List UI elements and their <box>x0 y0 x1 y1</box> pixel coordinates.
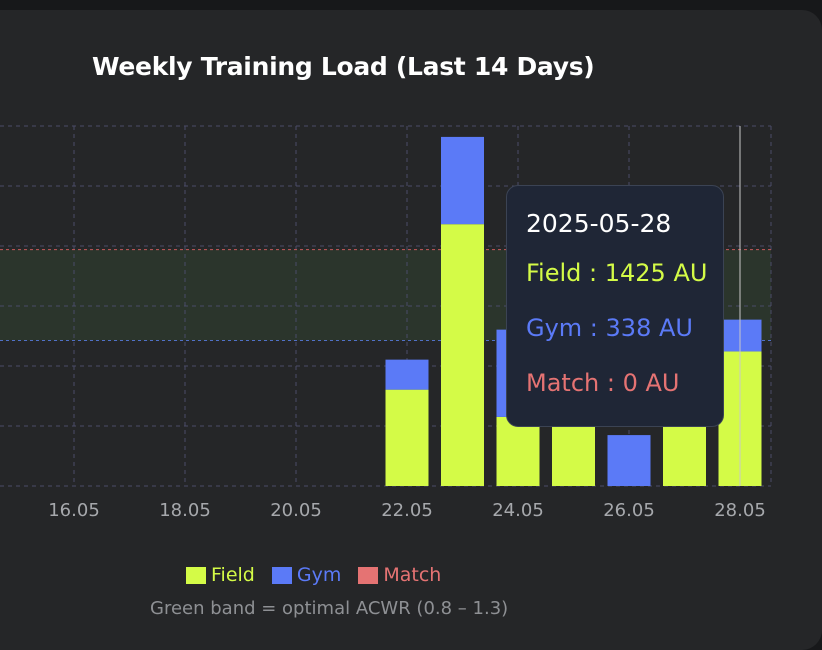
bar-gym-2025-05-26 <box>607 435 651 486</box>
x-tick-label: 16.05 <box>48 500 100 521</box>
chart-legend: Field Gym Match <box>186 564 458 586</box>
bar-field-2025-05-23 <box>441 224 484 486</box>
chart-tooltip: 2025-05-28 Field : 1425 AU Gym : 338 AU … <box>506 185 724 427</box>
bar-field-2025-05-22 <box>385 389 429 486</box>
legend-item-gym[interactable]: Gym <box>271 564 342 586</box>
x-tick-label: 22.05 <box>381 500 433 521</box>
x-tick-label: 24.05 <box>492 500 544 521</box>
legend-label-gym: Gym <box>296 564 342 586</box>
legend-swatch-field <box>186 566 206 584</box>
tooltip-match-value: Match : 0 AU <box>526 369 680 397</box>
tooltip-date: 2025-05-28 <box>526 209 672 238</box>
tooltip-gym-value: Gym : 338 AU <box>526 314 693 342</box>
legend-swatch-gym <box>271 566 292 584</box>
x-tick-label: 18.05 <box>159 500 211 521</box>
bar-field-2025-05-27 <box>663 420 706 486</box>
x-tick-label: 28.05 <box>714 500 766 521</box>
legend-label-match: Match <box>383 564 442 586</box>
band-note: Green band = optimal ACWR (0.8 – 1.3) <box>150 598 509 619</box>
bar-gym-2025-05-23 <box>441 136 484 225</box>
bar-field-2025-05-24 <box>496 416 540 486</box>
legend-item-match[interactable]: Match <box>358 564 441 586</box>
bar-gym-2025-05-22 <box>385 359 429 390</box>
bar-field-2025-05-25 <box>552 420 595 486</box>
legend-item-field[interactable]: Field <box>186 564 255 586</box>
tooltip-field-value: Field : 1425 AU <box>526 259 708 287</box>
x-tick-label: 26.05 <box>603 500 655 521</box>
legend-label-field: Field <box>211 564 255 586</box>
legend-swatch-match <box>358 566 379 584</box>
x-tick-label: 20.05 <box>270 500 322 521</box>
